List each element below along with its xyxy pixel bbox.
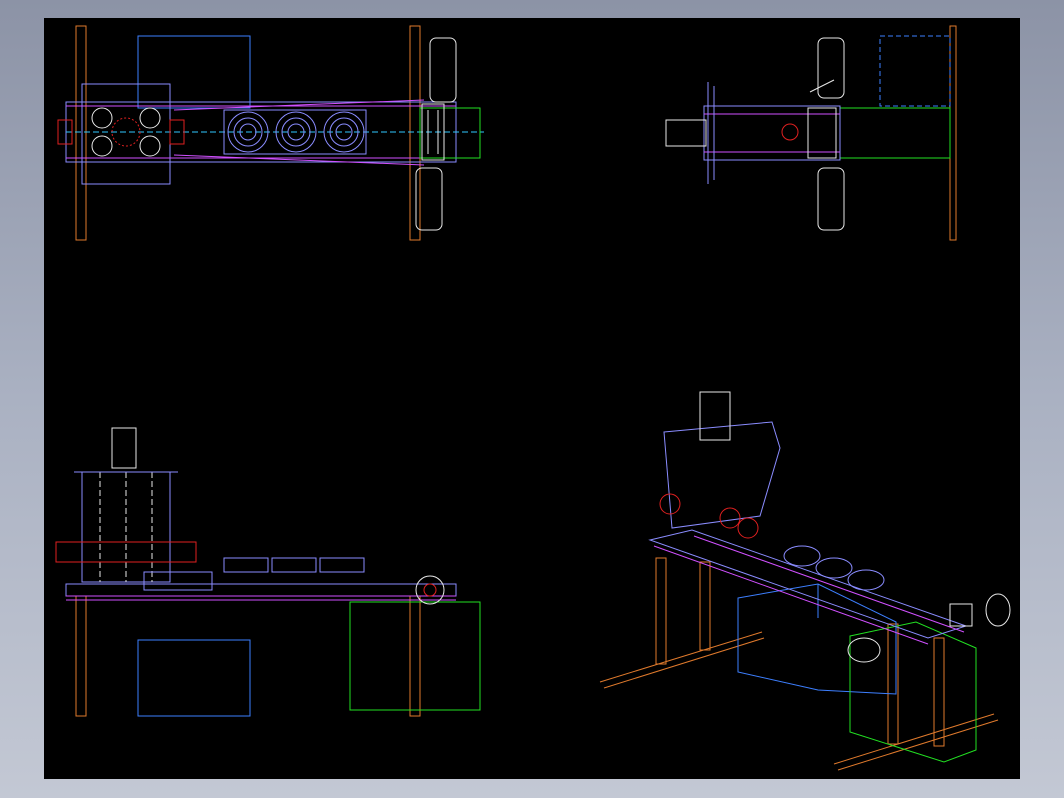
bin-front	[349, 601, 481, 711]
right-side-view	[665, 25, 957, 241]
motor-iso-2	[985, 593, 1011, 627]
electrical-box-front	[137, 639, 251, 717]
fan-front-2	[271, 557, 317, 573]
cylinder-top	[111, 427, 137, 469]
bin-side	[839, 107, 951, 159]
fan-iso-2	[815, 557, 853, 579]
cad-viewport[interactable]	[44, 18, 1020, 779]
fan-iso-1	[783, 545, 821, 567]
post-right	[949, 25, 957, 241]
front-view	[55, 427, 481, 717]
top-view	[57, 25, 484, 241]
isometric-view	[599, 391, 1011, 771]
fan-iso-3	[847, 569, 885, 591]
motor-iso-1	[847, 637, 881, 663]
fan-front-1	[223, 557, 269, 573]
leg-right	[409, 25, 421, 241]
cylinder-iso	[699, 391, 731, 441]
conveyor-rail	[65, 583, 457, 597]
motor-side-top	[817, 37, 845, 99]
bin-iso	[849, 621, 977, 763]
leg-left	[75, 25, 87, 241]
motor-side-bottom	[817, 167, 845, 231]
electrical-box-outline	[137, 35, 251, 109]
base-plate	[81, 83, 171, 185]
motor-top	[429, 37, 457, 103]
fan-front-3	[319, 557, 365, 573]
gripper-side	[665, 119, 707, 147]
collection-bin	[419, 107, 481, 159]
